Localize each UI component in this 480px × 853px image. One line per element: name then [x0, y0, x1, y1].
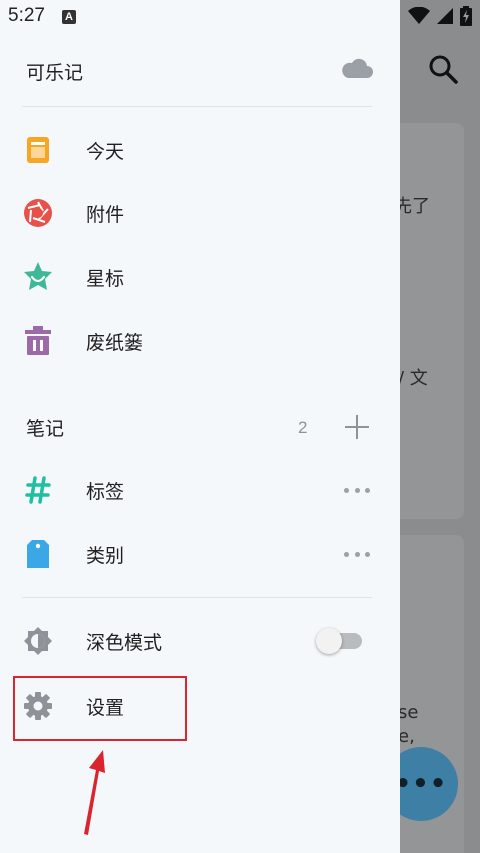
highlight-box — [13, 676, 187, 741]
nav-label: 今天 — [86, 140, 125, 163]
nav-label: 星标 — [86, 267, 125, 290]
tag-icon — [22, 538, 54, 570]
calendar-icon — [22, 134, 54, 166]
camera-aperture-icon — [22, 197, 54, 229]
annotation-arrow-icon — [84, 750, 105, 835]
nav-label: 类别 — [86, 544, 125, 567]
nav-label: 标签 — [86, 480, 125, 503]
toggle-thumb — [316, 628, 342, 654]
nav-item-attachments[interactable]: 附件 — [0, 183, 400, 243]
battery-charging-icon — [460, 6, 472, 26]
star-badge-icon — [22, 261, 54, 293]
notes-section-title: 笔记 — [26, 418, 65, 440]
status-time: 5:27 — [8, 5, 45, 26]
status-icons — [408, 6, 472, 26]
categories-more-button[interactable] — [344, 549, 370, 559]
nav-item-categories[interactable]: 类别 — [0, 524, 400, 584]
navigation-drawer: 5:27 A 可乐记 今天 附件 星标 废纸篓 笔记 2 标签 类别 深色模式 … — [0, 0, 400, 853]
notes-count-badge: 2 — [298, 418, 308, 437]
nav-label: 深色模式 — [86, 631, 163, 654]
trash-icon — [22, 325, 54, 357]
cloud-sync-icon[interactable] — [340, 56, 374, 80]
divider — [22, 106, 372, 107]
nav-label: 附件 — [86, 203, 125, 226]
app-title: 可乐记 — [26, 62, 84, 84]
nav-label: 废纸篓 — [86, 331, 144, 354]
background-text: se — [398, 702, 419, 723]
divider — [22, 597, 372, 598]
nav-item-trash[interactable]: 废纸篓 — [0, 311, 400, 371]
notification-app-icon: A — [62, 10, 76, 24]
signal-icon — [437, 8, 453, 24]
nav-item-tags[interactable]: 标签 — [0, 460, 400, 520]
hashtag-icon — [22, 474, 54, 506]
add-notebook-button[interactable] — [344, 414, 370, 440]
search-icon[interactable] — [426, 52, 460, 86]
tags-more-button[interactable] — [344, 485, 370, 495]
wifi-icon — [408, 7, 430, 24]
dark-mode-toggle[interactable] — [316, 628, 362, 654]
brightness-icon — [22, 625, 54, 657]
nav-item-starred[interactable]: 星标 — [0, 247, 400, 307]
background-text: e, — [398, 726, 415, 747]
background-text: / 文 — [398, 368, 428, 389]
nav-item-today[interactable]: 今天 — [0, 120, 400, 180]
